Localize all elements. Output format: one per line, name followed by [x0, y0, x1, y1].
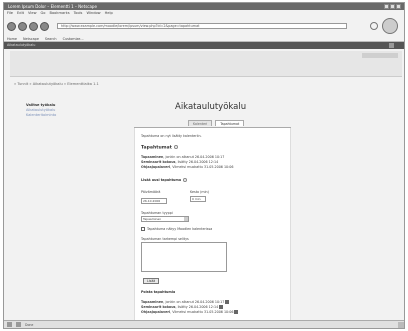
- page-title: Aikataulutyökalu: [175, 102, 247, 112]
- description-textarea[interactable]: [141, 242, 227, 272]
- event-type-select[interactable]: Tapaaminen: [141, 216, 189, 222]
- event-label: Seminaarit kokous: [141, 305, 176, 309]
- minimize-button[interactable]: [384, 4, 389, 9]
- add-event-heading-text: Lisää uusi tapahtuma: [141, 178, 182, 182]
- add-event-heading: Lisää uusi tapahtuma: [141, 178, 188, 182]
- event-label: Ohjaajapalaveri: [141, 310, 171, 314]
- address-bar[interactable]: http://www.example.com/moodle/lorem/ipsu…: [57, 23, 347, 29]
- delete-events-heading: Poista tapahtumia: [141, 290, 176, 294]
- show-in-calendar-checkbox[interactable]: [141, 227, 145, 231]
- add-button[interactable]: Lisää: [143, 278, 160, 284]
- delete-event-item: Seminaarit kokous, lisätty 26.04.2006 12…: [141, 305, 224, 309]
- tab-strip: Aikataulutyökalu: [4, 42, 404, 49]
- search-icon[interactable]: [370, 22, 378, 30]
- events-panel: Tapahtuma on nyt lisätty kalenteriin. Ta…: [134, 128, 291, 324]
- event-text: , lisätty 26.04.2006 12:14: [175, 305, 219, 309]
- browser-tab[interactable]: Aikataulutyökalu: [7, 43, 35, 47]
- event-item: Ohjaajapalaveri, Viimeksi muokattu 31.05…: [141, 165, 233, 169]
- close-tab-icon[interactable]: [389, 43, 394, 48]
- event-text: , Viimeksi muokattu 31.05.2006 10:06: [170, 165, 234, 169]
- event-text: , jonkin on alkanut 26.04.2006 10:17: [163, 300, 225, 304]
- event-type-value: Tapaaminen: [143, 217, 162, 221]
- breadcrumb[interactable]: » Tunnit » Aikataulutyökalu » Elementtia…: [14, 82, 99, 86]
- event-label[interactable]: Tapaaminen: [141, 155, 163, 159]
- status-icon: [16, 322, 21, 327]
- duration-field[interactable]: 0 min: [190, 196, 206, 202]
- delete-event-item: Ohjaajapalaveri, Viimeksi muokattu 31.05…: [141, 310, 239, 314]
- tab-events[interactable]: Tapahtumat: [215, 120, 245, 126]
- event-type-label: Tapahtuman tyyppi: [141, 211, 173, 215]
- help-icon[interactable]: [173, 145, 178, 149]
- events-heading: Tapahtumat: [141, 145, 178, 151]
- events-heading-text: Tapahtumat: [141, 145, 172, 151]
- tab-calendar[interactable]: Kalenteri: [188, 120, 213, 126]
- resize-handle[interactable]: [398, 322, 404, 328]
- bookmark-home[interactable]: Home: [7, 36, 17, 41]
- bookmark-customize[interactable]: Customize...: [63, 36, 84, 41]
- date-field[interactable]: 26.10.2006: [141, 198, 167, 204]
- reload-button[interactable]: [29, 21, 38, 31]
- event-item: Tapaaminen, jonkin on alkanut 26.04.2006…: [141, 155, 224, 159]
- confirmation-message: Tapahtuma on nyt lisätty kalenteriin.: [141, 134, 202, 138]
- navigation-toolbar: http://www.example.com/moodle/lorem/ipsu…: [4, 16, 404, 36]
- event-text: , lisätty 26.04.2006 12:14: [175, 160, 219, 164]
- browser-window: Lorem Ipsum Dolor – Elementti 1 – Netsca…: [3, 2, 405, 329]
- stop-button[interactable]: [40, 21, 49, 31]
- event-label[interactable]: Seminaarit kokous: [141, 160, 176, 164]
- event-text: , jonkin on alkanut 26.04.2006 10:17: [163, 155, 225, 159]
- forward-button[interactable]: [18, 21, 27, 31]
- event-label[interactable]: Ohjaajapalaveri: [141, 165, 170, 169]
- event-item: Seminaarit kokous, lisätty 26.04.2006 12…: [141, 160, 218, 164]
- status-text: Done: [25, 322, 34, 327]
- delete-event-item: Tapaaminen, jonkin on alkanut 26.04.2006…: [141, 300, 230, 304]
- event-text: , Viimeksi muokattu 31.05.2006 10:06: [170, 310, 234, 314]
- chevron-down-icon: [184, 217, 188, 221]
- back-button[interactable]: [7, 21, 16, 31]
- delete-icon[interactable]: [219, 305, 224, 309]
- netscape-logo-icon: [382, 18, 398, 34]
- sidebar: Valitse työkalu Aikataulutyökalu Kalente…: [26, 103, 56, 118]
- show-in-calendar-label: Tapahtuma näkyy Moodlen kalenterissa: [147, 227, 213, 231]
- login-info: [362, 53, 398, 58]
- bookmark-netscape[interactable]: Netscape: [23, 36, 39, 41]
- view-tabs: Kalenteri Tapahtumat: [188, 120, 245, 126]
- help-icon[interactable]: [183, 178, 188, 182]
- maximize-button[interactable]: [390, 4, 395, 9]
- sidebar-link-calendar[interactable]: Kalenteritoiminto: [26, 113, 56, 118]
- page-header: [10, 51, 402, 77]
- status-icon: [7, 322, 12, 327]
- window-title: Lorem Ipsum Dolor – Elementti 1 – Netsca…: [8, 4, 97, 9]
- delete-icon[interactable]: [234, 310, 239, 314]
- description-label: Tapahtuman tarkempi selitys: [141, 237, 189, 241]
- status-bar: Done: [4, 320, 404, 328]
- title-bar: Lorem Ipsum Dolor – Elementti 1 – Netsca…: [4, 3, 404, 10]
- delete-icon[interactable]: [225, 300, 230, 304]
- date-label: Päivämäärä: [141, 190, 161, 194]
- bookmark-search[interactable]: Search: [45, 36, 57, 41]
- event-label: Tapaaminen: [141, 300, 164, 304]
- close-button[interactable]: [396, 4, 401, 9]
- duration-label: Kesto (min): [190, 190, 209, 194]
